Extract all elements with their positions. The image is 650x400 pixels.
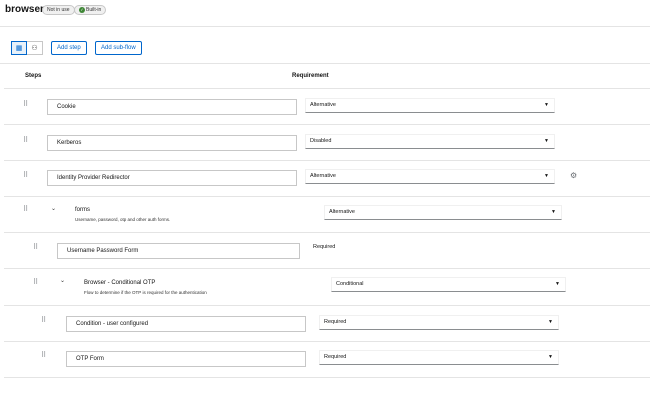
requirement-select[interactable]: Required ▼ bbox=[319, 315, 559, 330]
table-row: ⠿ OTP Form Required ▼ bbox=[4, 342, 650, 378]
table-row: ⠿ Kerberos Disabled ▼ bbox=[4, 125, 650, 161]
table-row: ⠿ ⌄ Browser - Conditional OTP Flow to de… bbox=[4, 269, 650, 306]
flow-name: Browser - Conditional OTP bbox=[84, 280, 156, 286]
step-name: Identity Provider Redirector bbox=[47, 170, 297, 186]
flow-name: forms bbox=[75, 207, 90, 213]
requirement-value: Alternative bbox=[310, 102, 336, 108]
built-in-badge: ✓ Built-in bbox=[74, 5, 107, 15]
drag-handle-icon[interactable]: ⠿ bbox=[23, 136, 28, 144]
requirement-value: Disabled bbox=[310, 138, 332, 144]
add-sub-flow-button[interactable]: Add sub-flow bbox=[95, 41, 142, 55]
requirement-select[interactable]: Conditional ▼ bbox=[331, 277, 566, 292]
drag-handle-icon[interactable]: ⠿ bbox=[33, 278, 38, 286]
requirement-value: Required bbox=[324, 319, 347, 325]
table-row: ⠿ Identity Provider Redirector Alternati… bbox=[4, 161, 650, 197]
step-name: OTP Form bbox=[66, 351, 306, 367]
drag-handle-icon[interactable]: ⠿ bbox=[23, 205, 28, 213]
requirement-value: Required bbox=[324, 354, 347, 360]
requirement-value: Alternative bbox=[310, 173, 336, 179]
flow-description: Flow to determine if the OTP is required… bbox=[84, 290, 207, 295]
flow-description: Username, password, otp and other auth f… bbox=[75, 217, 171, 222]
chevron-down-icon[interactable]: ⌄ bbox=[60, 277, 65, 284]
caret-down-icon: ▼ bbox=[544, 138, 549, 144]
requirement-value: Required bbox=[313, 244, 336, 250]
caret-down-icon: ▼ bbox=[555, 281, 560, 287]
drag-handle-icon[interactable]: ⠿ bbox=[41, 351, 46, 359]
check-circle-icon: ✓ bbox=[79, 7, 85, 13]
add-step-button[interactable]: Add step bbox=[51, 41, 87, 55]
step-name: Kerberos bbox=[47, 135, 297, 151]
drag-handle-icon[interactable]: ⠿ bbox=[23, 171, 28, 179]
requirement-select[interactable]: Alternative ▼ bbox=[305, 169, 555, 184]
table-row: ⠿ ⌄ forms Username, password, otp and ot… bbox=[4, 197, 650, 233]
requirement-value: Conditional bbox=[336, 281, 364, 287]
not-in-use-badge: Not in use bbox=[42, 5, 75, 15]
caret-down-icon: ▼ bbox=[548, 354, 553, 360]
requirement-select[interactable]: Alternative ▼ bbox=[324, 205, 562, 220]
step-name: Condition - user configured bbox=[66, 316, 306, 332]
drag-handle-icon[interactable]: ⠿ bbox=[33, 243, 38, 251]
table-row: ⠿ Username Password Form Required bbox=[4, 233, 650, 269]
caret-down-icon: ▼ bbox=[544, 102, 549, 108]
page-title: browser bbox=[5, 4, 44, 15]
built-in-label: Built-in bbox=[86, 7, 102, 13]
requirement-column-header: Requirement bbox=[292, 73, 329, 79]
requirement-select[interactable]: Alternative ▼ bbox=[305, 98, 555, 113]
gear-icon[interactable]: ⚙ bbox=[570, 171, 577, 180]
steps-column-header: Steps bbox=[25, 73, 42, 79]
drag-handle-icon[interactable]: ⠿ bbox=[41, 316, 46, 324]
page-header: browser Not in use ✓ Built-in bbox=[0, 0, 650, 27]
requirement-select[interactable]: Required ▼ bbox=[319, 350, 559, 365]
drag-handle-icon[interactable]: ⠿ bbox=[23, 100, 28, 108]
table-view-icon[interactable]: ▦ bbox=[11, 41, 27, 55]
table-row: ⠿ Condition - user configured Required ▼ bbox=[4, 306, 650, 342]
chevron-down-icon[interactable]: ⌄ bbox=[51, 205, 56, 212]
step-name: Cookie bbox=[47, 99, 297, 115]
step-name: Username Password Form bbox=[57, 243, 300, 259]
view-toggle-group: ▦ ⚇ bbox=[11, 41, 43, 55]
requirement-select[interactable]: Disabled ▼ bbox=[305, 134, 555, 149]
diagram-view-icon[interactable]: ⚇ bbox=[27, 41, 43, 55]
toolbar: ▦ ⚇ Add step Add sub-flow bbox=[0, 28, 650, 64]
requirement-value: Alternative bbox=[329, 209, 355, 215]
table-row: ⠿ Cookie Alternative ▼ bbox=[4, 89, 650, 125]
caret-down-icon: ▼ bbox=[544, 173, 549, 179]
caret-down-icon: ▼ bbox=[551, 209, 556, 215]
caret-down-icon: ▼ bbox=[548, 319, 553, 325]
